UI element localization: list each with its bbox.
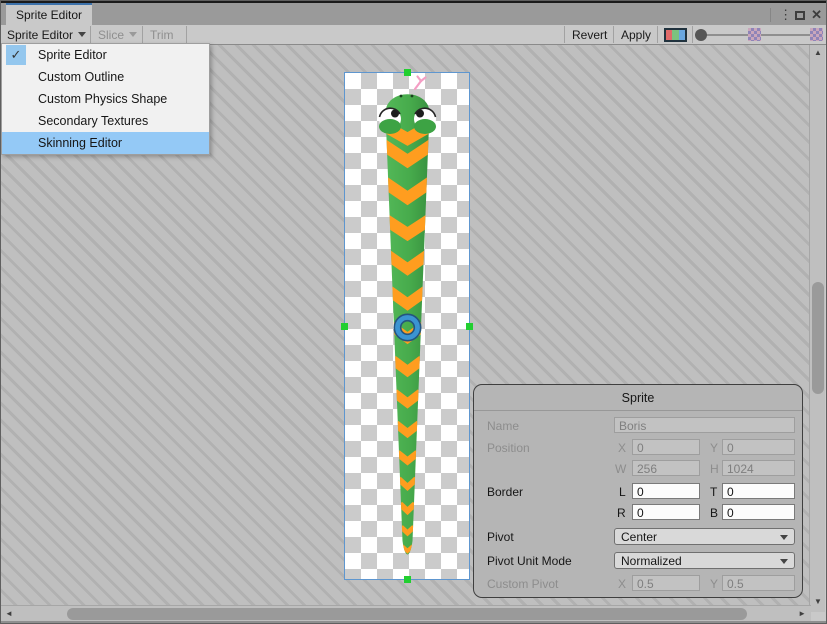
sprite-properties-panel: Sprite Name Boris Position X 0 Y 0 W 256…	[473, 384, 803, 598]
tab-label: Sprite Editor	[16, 8, 82, 22]
custom-pivot-label: Custom Pivot	[487, 577, 558, 591]
custom-pivot-x-field: 0.5	[632, 575, 700, 591]
sprite-editor-window: Sprite Editor ⋮ ✕ Sprite Editor Slice Tr…	[0, 0, 827, 624]
apply-label: Apply	[621, 28, 651, 42]
position-y-field: 0	[722, 439, 795, 455]
scroll-down-icon[interactable]: ▼	[814, 598, 822, 606]
toolbar-separator	[90, 26, 91, 43]
trim-button: Trim	[150, 25, 174, 44]
menu-item-label: Sprite Editor	[38, 48, 107, 62]
border-b-label: B	[710, 506, 718, 520]
titlebar-divider	[770, 8, 771, 22]
position-h-label: H	[710, 462, 719, 476]
toolbar-separator	[657, 26, 658, 43]
toolbar-separator	[564, 26, 565, 43]
checkmark-icon: ✓	[6, 45, 26, 65]
panel-title-divider	[474, 410, 802, 411]
editor-mode-menu: ✓ Sprite Editor Custom Outline Custom Ph…	[1, 43, 210, 155]
menu-item-custom-outline[interactable]: Custom Outline	[2, 66, 209, 88]
selection-handle-bottom[interactable]	[404, 576, 411, 583]
border-r-label: R	[617, 506, 626, 520]
mip-slider-knob[interactable]	[695, 29, 707, 41]
menu-item-label: Skinning Editor	[38, 136, 122, 150]
pivot-unit-mode-select[interactable]: Normalized	[614, 552, 795, 569]
pivot-select-value: Center	[621, 530, 657, 544]
checker-texture-icon	[810, 28, 823, 41]
kebab-menu-icon[interactable]: ⋮	[779, 10, 789, 20]
position-w-field: 256	[632, 460, 700, 476]
border-r-field[interactable]: 0	[632, 504, 700, 520]
apply-button[interactable]: Apply	[621, 25, 651, 44]
selection-handle-left[interactable]	[341, 323, 348, 330]
scroll-left-icon[interactable]: ◄	[5, 610, 13, 618]
menu-item-label: Custom Physics Shape	[38, 92, 167, 106]
position-w-label: W	[615, 462, 626, 476]
pivot-unit-mode-label: Pivot Unit Mode	[487, 554, 572, 568]
menu-item-label: Custom Outline	[38, 70, 124, 84]
scroll-right-icon[interactable]: ►	[798, 610, 806, 618]
toolbar-separator	[692, 26, 693, 43]
menu-item-skinning-editor[interactable]: Skinning Editor	[2, 132, 209, 154]
revert-label: Revert	[572, 28, 607, 42]
tab-sprite-editor[interactable]: Sprite Editor	[6, 3, 92, 25]
vertical-scrollbar[interactable]: ▲ ▼	[809, 45, 825, 612]
rgb-channels-icon[interactable]	[664, 28, 687, 42]
chevron-down-icon	[78, 32, 86, 37]
toolbar-separator	[186, 26, 187, 43]
panel-title: Sprite	[474, 391, 802, 405]
menu-item-label: Secondary Textures	[38, 114, 148, 128]
pivot-select[interactable]: Center	[614, 528, 795, 545]
pivot-label: Pivot	[487, 530, 514, 544]
position-y-label: Y	[710, 441, 718, 455]
scroll-up-icon[interactable]: ▲	[814, 49, 822, 57]
trim-label: Trim	[150, 28, 174, 42]
position-h-field: 1024	[722, 460, 795, 476]
revert-button[interactable]: Revert	[572, 25, 607, 44]
sprite-image-boris	[345, 73, 471, 581]
chevron-down-icon	[129, 32, 137, 37]
sprite-editor-mode-dropdown[interactable]: Sprite Editor	[7, 25, 86, 44]
menu-item-sprite-editor[interactable]: ✓ Sprite Editor	[2, 44, 209, 66]
title-tab-strip: Sprite Editor ⋮ ✕	[1, 1, 826, 25]
name-field: Boris	[614, 417, 795, 433]
custom-pivot-x-label: X	[618, 577, 626, 591]
border-l-field[interactable]: 0	[632, 483, 700, 499]
horizontal-scroll-thumb[interactable]	[67, 608, 747, 620]
checker-texture-icon	[748, 28, 761, 41]
border-b-field[interactable]: 0	[722, 504, 795, 520]
toolbar: Sprite Editor Slice Trim Revert Apply	[1, 25, 826, 45]
close-icon[interactable]: ✕	[811, 7, 822, 23]
position-x-label: X	[618, 441, 626, 455]
position-label: Position	[487, 441, 530, 455]
name-label: Name	[487, 419, 519, 433]
custom-pivot-y-field: 0.5	[722, 575, 795, 591]
slice-label: Slice	[98, 28, 124, 42]
selection-handle-top[interactable]	[404, 69, 411, 76]
custom-pivot-y-label: Y	[710, 577, 718, 591]
vertical-scroll-thumb[interactable]	[812, 282, 824, 394]
border-l-label: L	[619, 485, 626, 499]
slice-dropdown: Slice	[98, 25, 137, 44]
menu-item-secondary-textures[interactable]: Secondary Textures	[2, 110, 209, 132]
horizontal-scrollbar[interactable]: ◄ ►	[1, 605, 811, 621]
border-t-label: T	[710, 485, 717, 499]
sprite-editor-mode-label: Sprite Editor	[7, 28, 73, 42]
maximize-icon[interactable]	[795, 11, 805, 20]
chevron-down-icon	[780, 559, 788, 564]
chevron-down-icon	[780, 535, 788, 540]
menu-item-custom-physics-shape[interactable]: Custom Physics Shape	[2, 88, 209, 110]
border-t-field[interactable]: 0	[722, 483, 795, 499]
pivot-unit-mode-value: Normalized	[621, 554, 682, 568]
toolbar-separator	[613, 26, 614, 43]
position-x-field: 0	[632, 439, 700, 455]
selection-handle-right[interactable]	[466, 323, 473, 330]
sprite-selection-rect[interactable]	[344, 72, 470, 580]
border-label: Border	[487, 485, 523, 499]
toolbar-separator	[142, 26, 143, 43]
